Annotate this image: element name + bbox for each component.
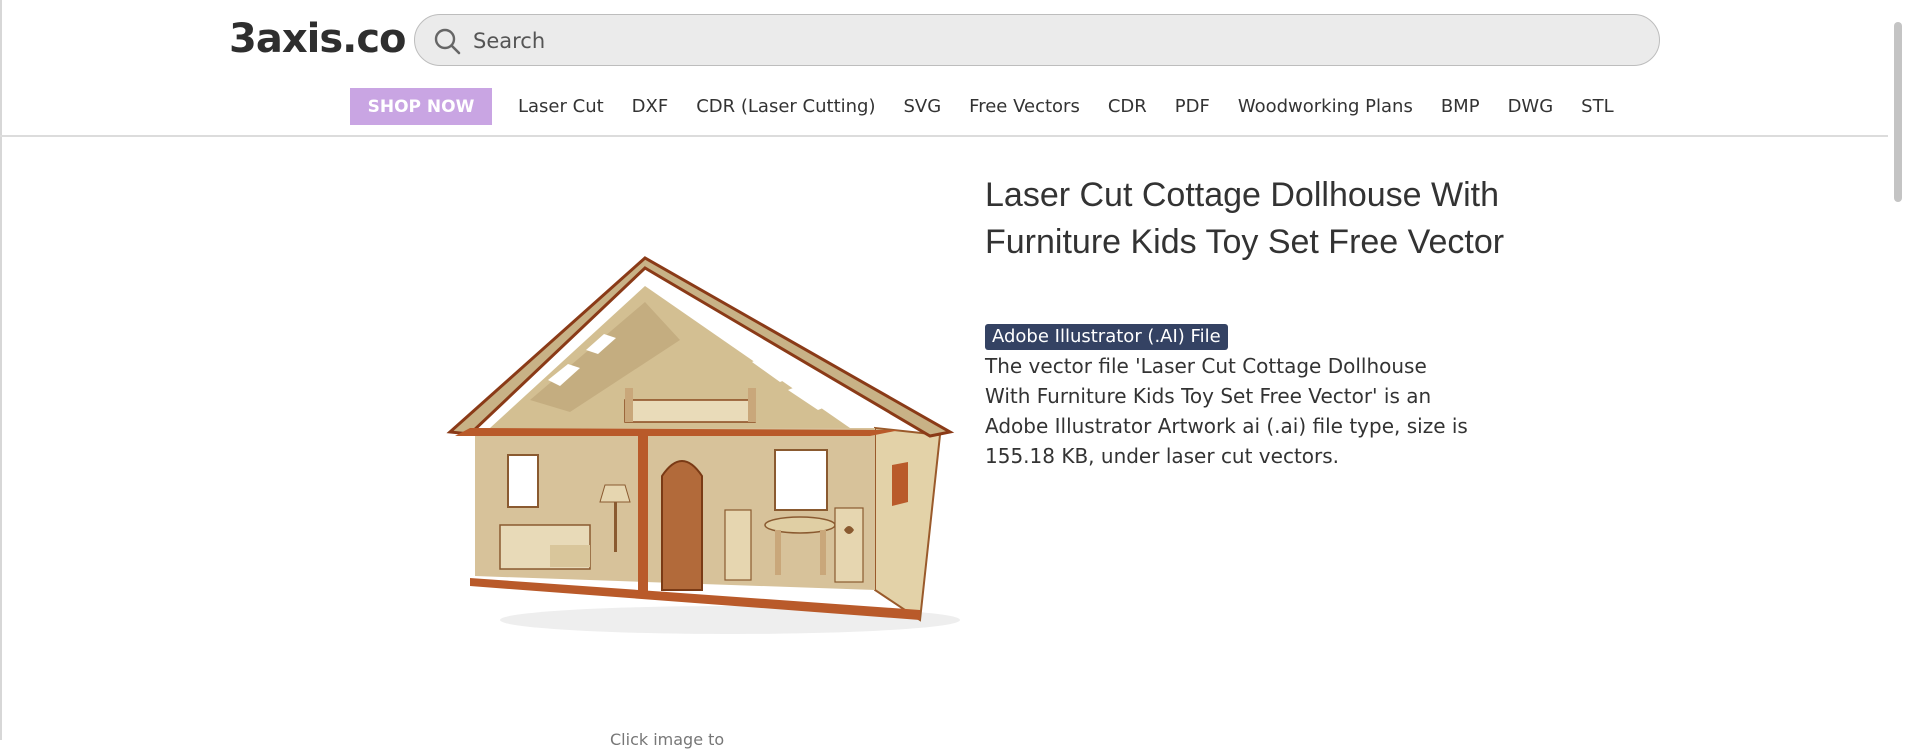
nav-link-woodworking-plans[interactable]: Woodworking Plans [1238,96,1413,117]
product-description: The vector file 'Laser Cut Cottage Dollh… [985,354,1468,468]
product-title: Laser Cut Cottage Dollhouse With Furnitu… [985,176,1505,261]
search-input[interactable] [471,23,1625,59]
nav-link-stl[interactable]: STL [1581,96,1613,117]
nav-link-pdf[interactable]: PDF [1175,96,1210,117]
nav-link-cdr-laser-cutting[interactable]: CDR (Laser Cutting) [696,96,875,117]
nav-link-bmp[interactable]: BMP [1441,96,1480,117]
search-bar[interactable] [414,14,1660,66]
nav-link-svg[interactable]: SVG [903,96,941,117]
search-icon[interactable] [433,27,461,55]
page-scrollbar[interactable] [1888,0,1908,740]
nav-link-cdr[interactable]: CDR [1108,96,1147,117]
site-logo[interactable]: 3axis.co [229,16,407,62]
scrollbar-thumb[interactable] [1894,22,1902,202]
window-left-border [0,0,2,740]
nav-link-dwg[interactable]: DWG [1508,96,1554,117]
shop-now-button[interactable]: SHOP NOW [350,88,492,125]
nav-link-free-vectors[interactable]: Free Vectors [969,96,1080,117]
dollhouse-product-image[interactable] [430,240,970,650]
category-nav: SHOP NOW Laser Cut DXF CDR (Laser Cuttin… [350,88,1628,125]
header-divider [0,135,1888,137]
nav-link-laser-cut[interactable]: Laser Cut [518,96,604,117]
nav-link-dxf[interactable]: DXF [632,96,669,117]
file-type-badge[interactable]: Adobe Illustrator (.AI) File [985,324,1228,350]
